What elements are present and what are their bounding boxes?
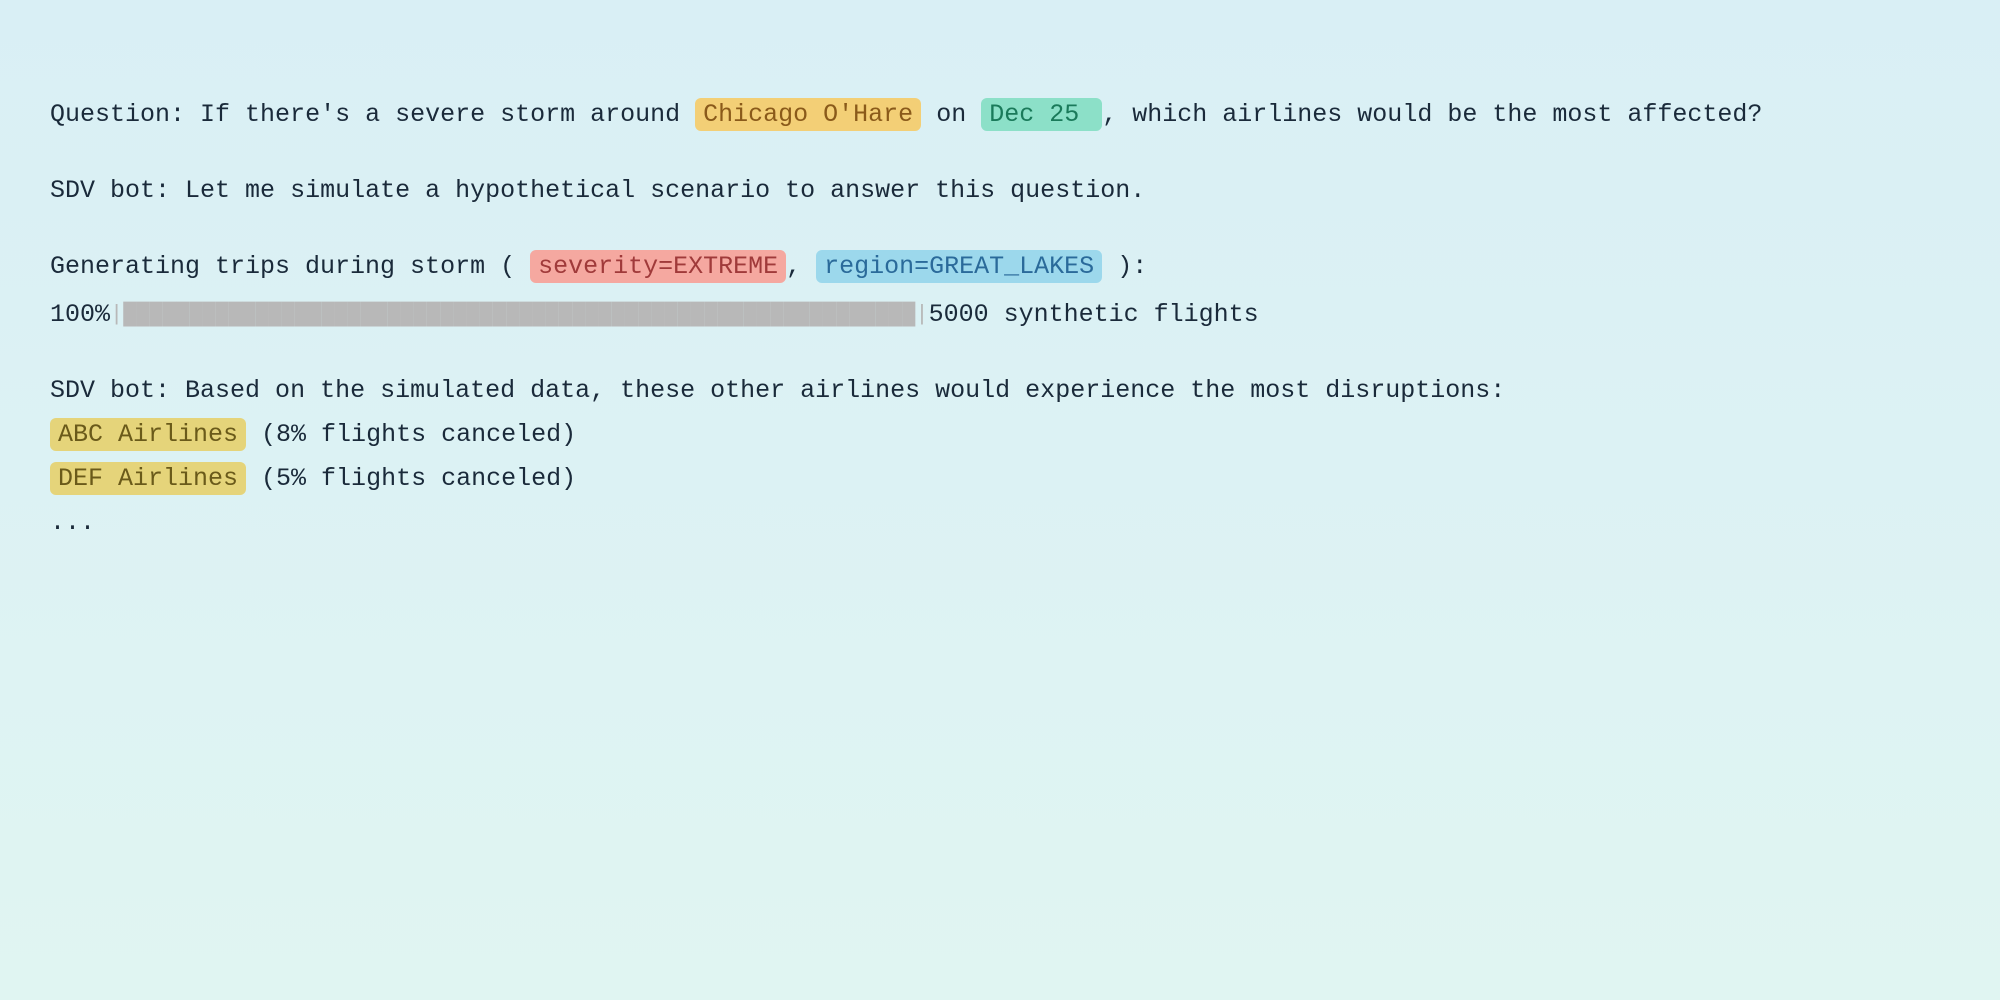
progress-count: 5000 synthetic flights (929, 295, 1259, 335)
generation-block: Generating trips during storm ( severity… (50, 247, 1950, 335)
highlight-severity: severity=EXTREME (530, 250, 786, 283)
result-row-1: ABC Airlines (8% flights canceled) (50, 415, 1950, 455)
bot-result-block: SDV bot: Based on the simulated data, th… (50, 371, 1950, 411)
highlight-airline-2: DEF Airlines (50, 462, 246, 495)
airline-stat-2: (5% flights canceled) (261, 464, 576, 493)
generation-line: Generating trips during storm ( severity… (50, 247, 1950, 287)
result-row-2: DEF Airlines (5% flights canceled) (50, 459, 1950, 499)
gen-sep: , (786, 252, 816, 281)
gen-prefix: Generating trips during storm ( (50, 252, 530, 281)
progress-bar: |███████████████████████████████████████… (110, 297, 929, 332)
bot-result-intro: Based on the simulated data, these other… (185, 376, 1505, 405)
question-label: Question: (50, 100, 185, 129)
progress-line: 100%|███████████████████████████████████… (50, 295, 1950, 335)
question-text-1: If there's a severe storm around (200, 100, 680, 129)
bot-intro-block: SDV bot: Let me simulate a hypothetical … (50, 171, 1950, 211)
bot-label-2: SDV bot: (50, 376, 170, 405)
progress-percent: 100% (50, 295, 110, 335)
highlight-date: Dec 25 (981, 98, 1102, 131)
highlight-region: region=GREAT_LAKES (816, 250, 1102, 283)
airline-stat-1: (8% flights canceled) (261, 420, 576, 449)
gen-suffix: ): (1117, 252, 1147, 281)
highlight-airport: Chicago O'Hare (695, 98, 921, 131)
highlight-airline-1: ABC Airlines (50, 418, 246, 451)
bot-label: SDV bot: (50, 176, 170, 205)
question-text-2: , which airlines would be the most affec… (1102, 100, 1762, 129)
question-on: on (936, 100, 966, 129)
ellipsis: ... (50, 503, 1950, 543)
bot-intro-text: Let me simulate a hypothetical scenario … (185, 176, 1145, 205)
question-block: Question: If there's a severe storm arou… (50, 95, 1950, 135)
